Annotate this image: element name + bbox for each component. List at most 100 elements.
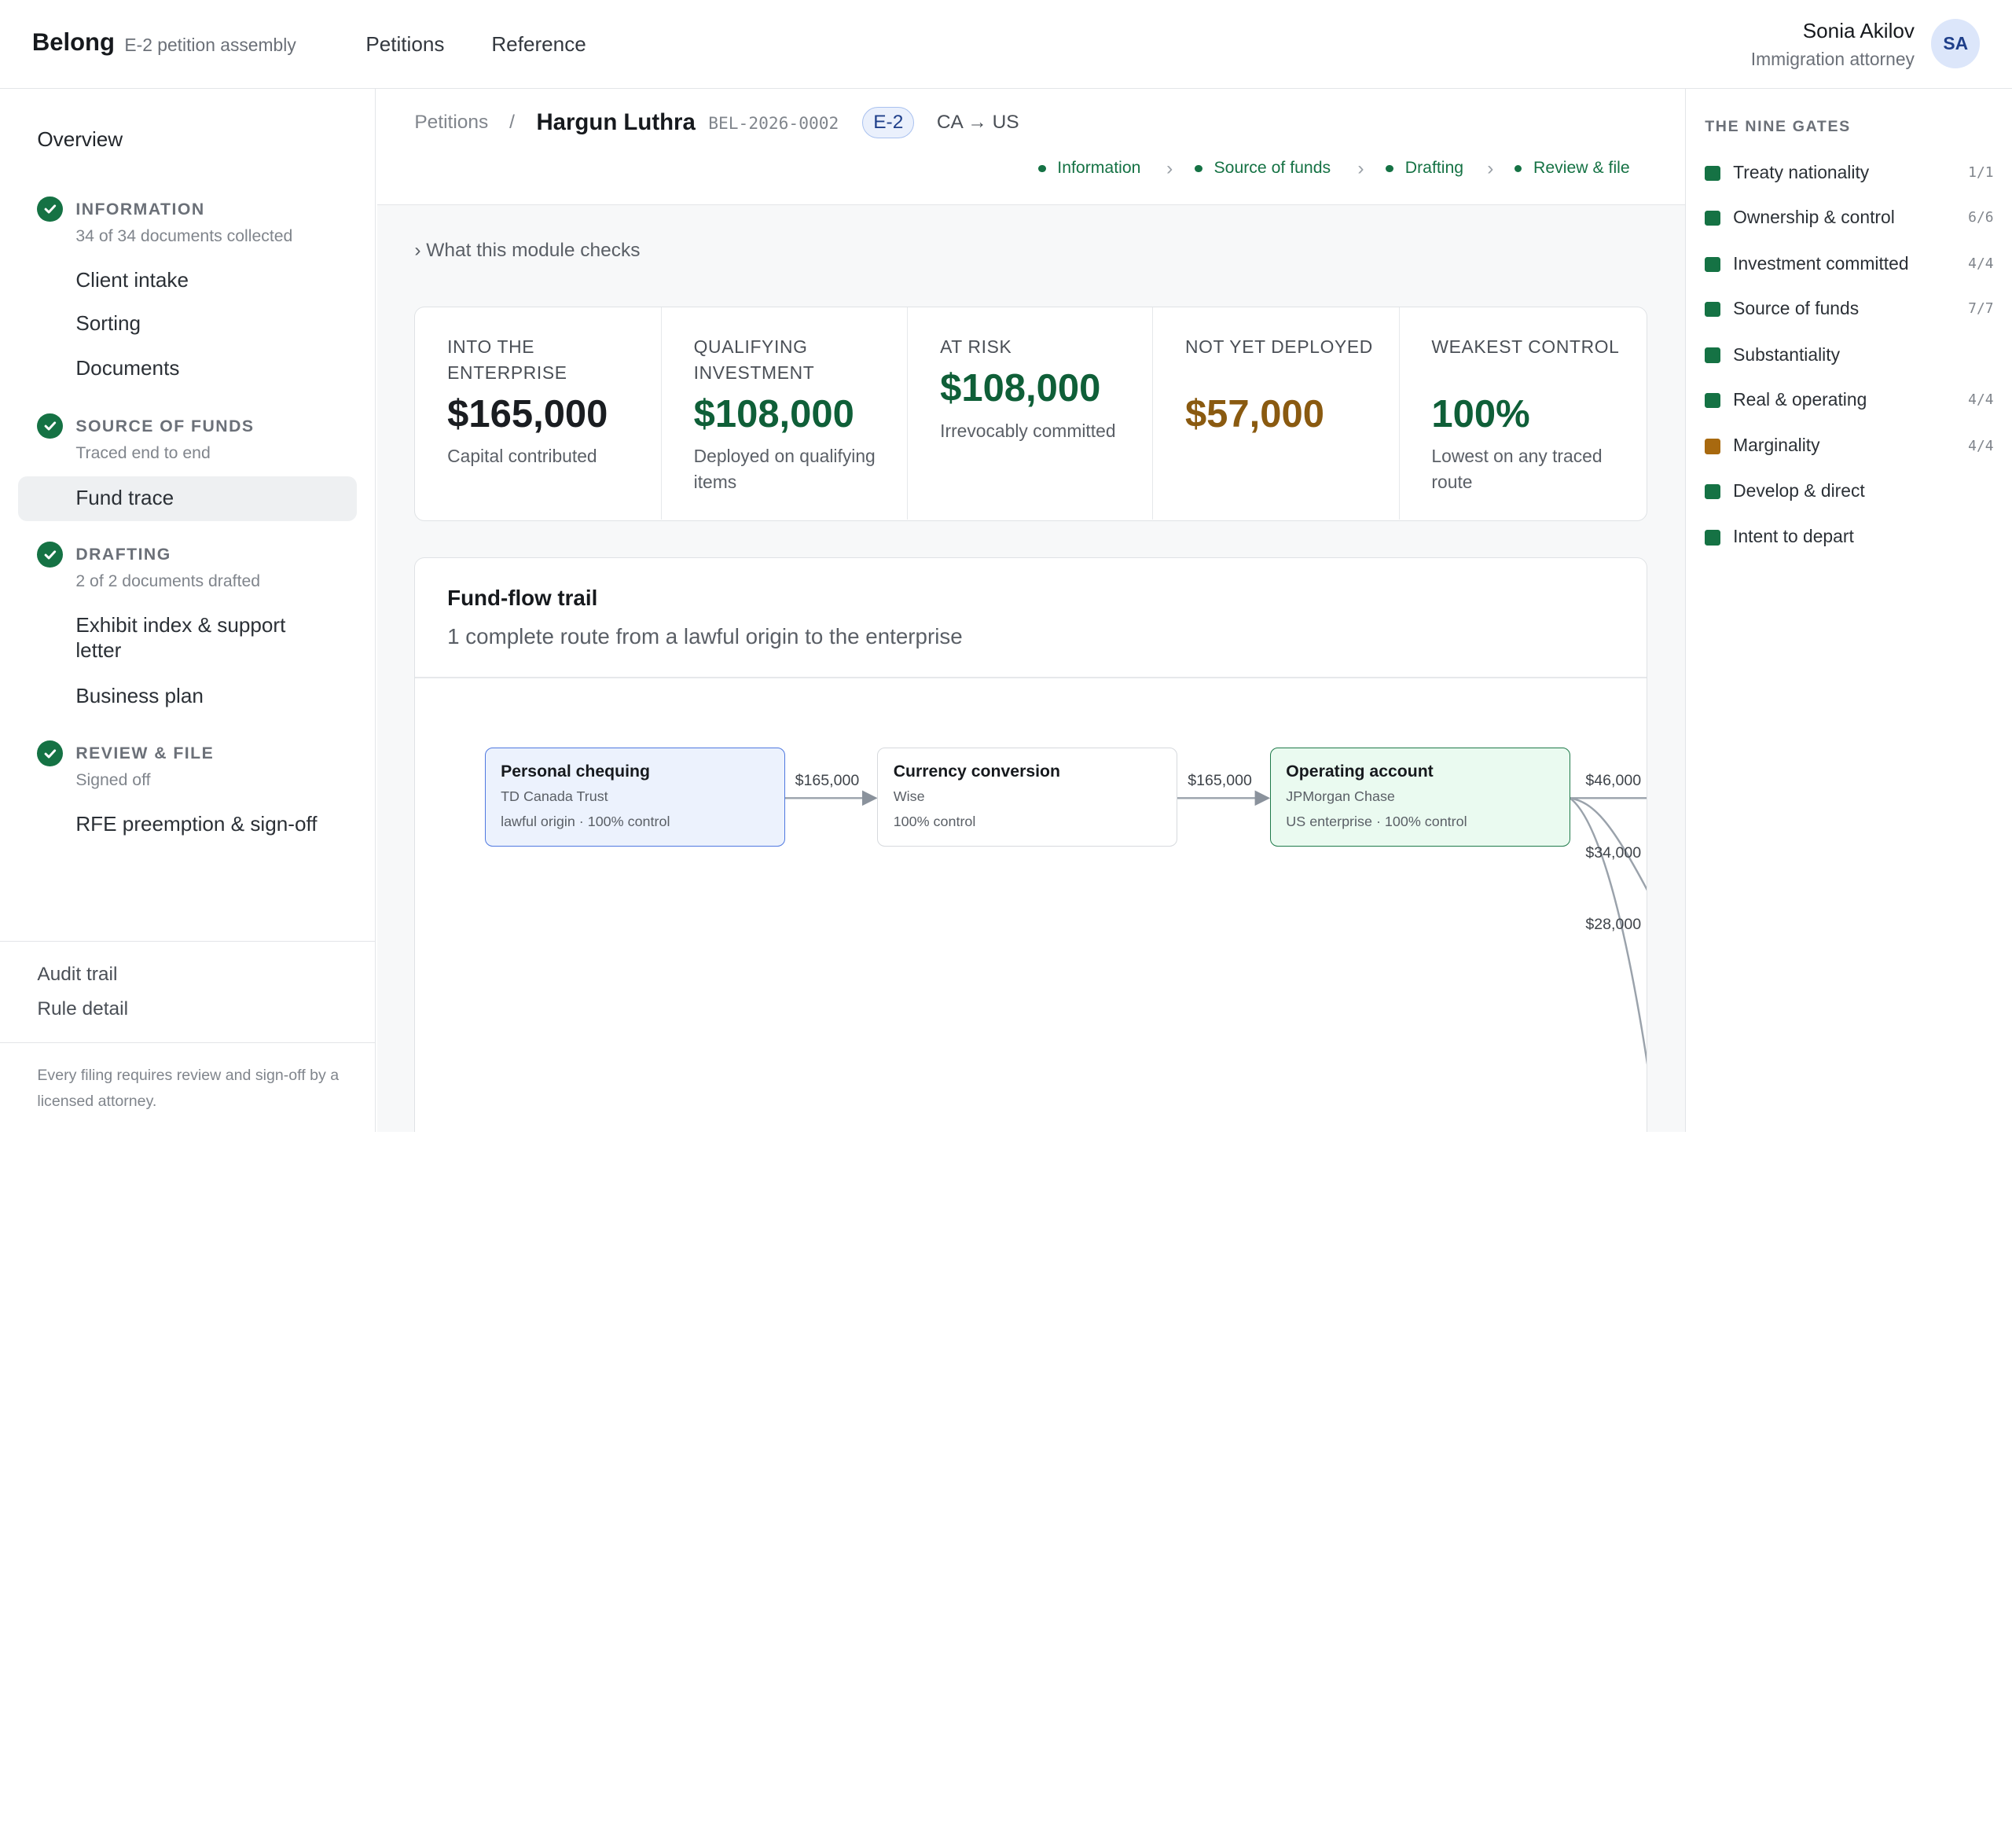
sidebar-item-client-intake[interactable]: Client intake <box>75 267 332 293</box>
check-circle-icon <box>37 413 63 439</box>
attorney-review-note: Every filing requires review and sign-of… <box>37 1066 340 1110</box>
node-institution: JPMorgan Chase <box>1286 788 1395 804</box>
breadcrumb-petitions[interactable]: Petitions <box>414 112 488 134</box>
gate-status-icon <box>1705 483 1720 500</box>
gate-substantiality[interactable]: Substantiality <box>1705 341 1993 369</box>
gate-status-icon <box>1705 392 1720 409</box>
gate-treaty-nationality[interactable]: Treaty nationality 1/1 <box>1705 159 1994 187</box>
gate-intent-to-depart[interactable]: Intent to depart <box>1705 524 1993 552</box>
kpi-at-risk: AT RISK $108,000 Irrevocably committed <box>908 307 1154 520</box>
check-circle-icon <box>37 740 63 766</box>
step-label: Drafting <box>1404 159 1464 178</box>
gate-name: Develop & direct <box>1733 479 1865 501</box>
kpi-label: QUALIFYING INVESTMENT <box>693 336 815 384</box>
gate-name: Treaty nationality <box>1733 161 1870 182</box>
gate-real-operating[interactable]: Real & operating 4/4 <box>1705 386 1994 414</box>
gate-status-icon <box>1705 210 1720 226</box>
case-id: BEL-2026-0002 <box>708 114 839 134</box>
gate-status-icon <box>1705 530 1720 546</box>
section-subtitle-source-of-funds: Traced end to end <box>75 443 211 462</box>
gate-status-icon <box>1705 347 1720 364</box>
gate-name: Source of funds <box>1733 297 1860 318</box>
section-title-review-file[interactable]: REVIEW & FILE <box>75 744 214 763</box>
top-bar: Belong E-2 petition assembly Petitions R… <box>0 0 2012 89</box>
node-title: Currency conversion <box>893 762 1060 781</box>
step-label: Information <box>1057 159 1141 178</box>
gate-ownership-control[interactable]: Ownership & control 6/6 <box>1705 204 1994 233</box>
step-source-of-funds[interactable]: Source of funds <box>1195 159 1331 178</box>
route-label: CA → US <box>936 112 1019 134</box>
node-institution: Wise <box>893 788 925 804</box>
check-circle-icon <box>37 196 63 222</box>
gate-count: 1/1 <box>1968 163 1994 181</box>
kpi-note: Deployed on qualifying items <box>693 446 876 492</box>
nav-petitions[interactable]: Petitions <box>365 32 444 57</box>
kpi-value: $57,000 <box>1184 392 1324 435</box>
kpi-note: Capital contributed <box>447 446 597 467</box>
edge-amount-label: $165,000 <box>1188 772 1252 790</box>
gate-develop-direct[interactable]: Develop & direct <box>1705 477 1993 505</box>
sidebar-divider <box>0 1042 376 1044</box>
sidebar-item-business-plan[interactable]: Business plan <box>75 683 332 709</box>
node-currency-conversion[interactable]: Currency conversion Wise 100% control <box>877 748 1178 847</box>
section-title-source-of-funds[interactable]: SOURCE OF FUNDS <box>75 417 254 436</box>
gate-name: Real & operating <box>1733 388 1867 410</box>
kpi-value: $108,000 <box>940 367 1101 410</box>
node-detail: 100% control <box>893 814 976 830</box>
node-detail: lawful origin · 100% control <box>501 814 670 830</box>
avatar[interactable]: SA <box>1931 19 1981 68</box>
outflow-amount-label: $28,000 <box>1585 916 1642 934</box>
step-label: Review & file <box>1533 159 1630 178</box>
gate-status-icon <box>1705 439 1720 454</box>
gate-name: Investment committed <box>1733 252 1909 274</box>
step-drafting[interactable]: Drafting <box>1386 159 1463 178</box>
gate-marginality[interactable]: Marginality 4/4 <box>1705 432 1994 461</box>
step-dot-icon <box>1195 164 1202 173</box>
nav-reference[interactable]: Reference <box>491 32 586 57</box>
brand-name[interactable]: Belong <box>32 28 115 57</box>
sidebar-item-rfe-preemption[interactable]: RFE preemption & sign-off <box>75 811 332 837</box>
sidebar-item-sorting[interactable]: Sorting <box>75 310 332 336</box>
node-institution: TD Canada Trust <box>501 788 608 804</box>
gate-count: 6/6 <box>1968 209 1994 226</box>
gate-count: 7/7 <box>1968 300 1994 318</box>
sidebar: Overview INFORMATION 34 of 34 documents … <box>0 88 376 1133</box>
module-checks-toggle[interactable]: › What this module checks <box>414 240 640 262</box>
edge-amount-label: $165,000 <box>795 772 860 790</box>
kpi-value: $108,000 <box>693 392 854 435</box>
audit-trail-link[interactable]: Audit trail <box>37 964 117 986</box>
gate-count: 4/4 <box>1968 391 1994 408</box>
main-content: Petitions / Hargun Luthra BEL-2026-0002 … <box>377 88 1685 1133</box>
kpi-note: Irrevocably committed <box>940 420 1116 441</box>
step-review-file[interactable]: Review & file <box>1514 159 1630 178</box>
user-role: Immigration attorney <box>1750 49 1915 70</box>
section-title-information[interactable]: INFORMATION <box>75 200 204 219</box>
sidebar-item-exhibit-index[interactable]: Exhibit index & support letter <box>75 612 332 663</box>
step-dot-icon <box>1514 164 1522 173</box>
kpi-qualifying-investment: QUALIFYING INVESTMENT $108,000 Deployed … <box>662 307 909 520</box>
node-personal-chequing[interactable]: Personal chequing TD Canada Trust lawful… <box>484 748 785 847</box>
outflow-amount-label: $34,000 <box>1585 843 1642 862</box>
check-circle-icon <box>37 541 63 568</box>
node-operating-account[interactable]: Operating account JPMorgan Chase US ente… <box>1269 748 1570 847</box>
step-information[interactable]: Information <box>1037 159 1141 178</box>
fund-flow-card: Fund-flow trail 1 complete route from a … <box>414 557 1648 1133</box>
chevron-right-icon: › <box>1166 157 1173 179</box>
step-dot-icon <box>1037 164 1046 173</box>
sidebar-item-fund-trace[interactable]: Fund trace <box>75 485 332 511</box>
section-title-drafting[interactable]: DRAFTING <box>75 546 171 564</box>
sidebar-divider <box>0 940 376 942</box>
gate-name: Ownership & control <box>1733 206 1895 227</box>
node-title: Personal chequing <box>501 762 650 781</box>
sidebar-item-overview[interactable]: Overview <box>37 127 123 152</box>
sidebar-item-documents[interactable]: Documents <box>75 355 332 381</box>
node-title: Operating account <box>1286 762 1434 781</box>
gate-name: Intent to depart <box>1733 526 1854 547</box>
rule-detail-link[interactable]: Rule detail <box>37 998 128 1020</box>
page-title: Hargun Luthra <box>536 108 696 135</box>
gate-investment-committed[interactable]: Investment committed 4/4 <box>1705 250 1994 278</box>
kpi-weakest-control: WEAKEST CONTROL 100% Lowest on any trace… <box>1400 307 1646 519</box>
gate-source-of-funds[interactable]: Source of funds 7/7 <box>1705 296 1994 324</box>
step-dot-icon <box>1386 164 1394 173</box>
outflow-amount-label: $46,000 <box>1585 772 1642 790</box>
